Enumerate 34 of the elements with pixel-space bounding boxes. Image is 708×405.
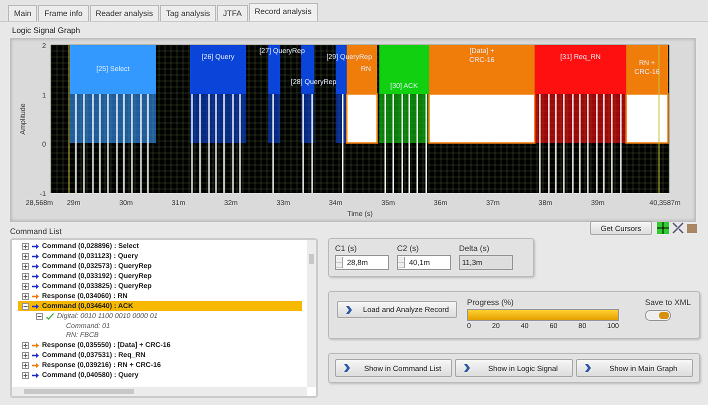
- expander-icon[interactable]: [22, 302, 29, 310]
- check-icon: [46, 312, 54, 320]
- chevron-icon: [345, 306, 353, 314]
- expander-icon[interactable]: [22, 263, 29, 270]
- expander-icon[interactable]: [22, 253, 29, 260]
- graph-tools-icon[interactable]: [656, 221, 700, 235]
- tab[interactable]: Tag analysis: [160, 5, 216, 21]
- progress-label: Progress (%): [467, 298, 514, 309]
- expander-icon[interactable]: [22, 352, 29, 360]
- save-xml-toggle[interactable]: [645, 310, 671, 321]
- cursor-label: C1 (s): [335, 243, 357, 255]
- chevron-icon: [343, 364, 351, 372]
- expander-icon[interactable]: [22, 283, 29, 290]
- expander-icon[interactable]: [22, 273, 29, 280]
- vertical-scrollbar[interactable]: [307, 240, 316, 387]
- tab[interactable]: Frame info: [38, 5, 89, 21]
- tab[interactable]: Record analysis: [248, 3, 318, 21]
- chevron-icon: [584, 364, 592, 372]
- expander-icon[interactable]: [22, 372, 29, 380]
- expander-icon[interactable]: [36, 312, 43, 320]
- tab[interactable]: Reader analysis: [90, 5, 159, 21]
- expander-icon[interactable]: [22, 292, 29, 300]
- tab[interactable]: JTFA: [216, 5, 248, 21]
- cursor-label: C2 (s): [397, 243, 419, 255]
- command-list-title: Command List: [10, 226, 62, 238]
- tab[interactable]: Main: [8, 5, 38, 21]
- chevron-icon: [463, 364, 472, 372]
- cursor-label: Delta (s): [459, 243, 490, 255]
- graph-title: Logic Signal Graph: [11, 25, 82, 37]
- expander-icon[interactable]: [22, 342, 29, 350]
- expander-icon[interactable]: [22, 362, 29, 370]
- save-xml-label: Save to XML: [645, 298, 691, 309]
- expander-icon[interactable]: [22, 243, 29, 250]
- horizontal-scrollbar[interactable]: [12, 387, 307, 396]
